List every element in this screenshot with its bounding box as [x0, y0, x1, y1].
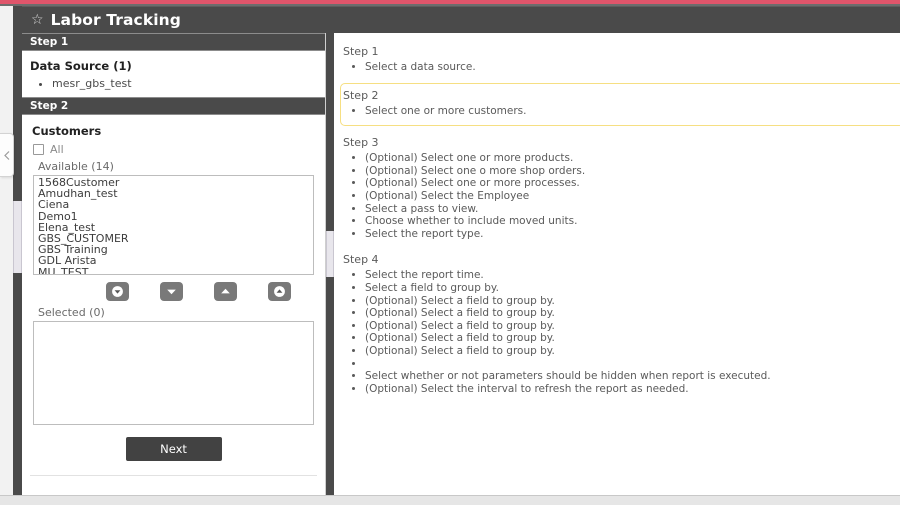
instruction-block-step-3: Step 3 (Optional) Select one or more prod… — [342, 132, 900, 246]
list-item[interactable]: MU_TEST — [34, 266, 313, 274]
instruction-list: Select one or more customers. — [343, 105, 897, 118]
instruction-step-title: Step 2 — [343, 88, 379, 102]
instruction-item: Choose whether to include moved units. — [365, 215, 893, 228]
instruction-block-step-1: Step 1 Select a data source. — [342, 41, 900, 80]
available-label: Available (14) — [38, 160, 114, 173]
instruction-item: Select the report type. — [365, 228, 893, 241]
instruction-item: (Optional) Select the Employee — [365, 190, 893, 203]
sidebar-collapse-toggle[interactable] — [0, 133, 14, 177]
instruction-item: (Optional) Select the interval to refres… — [365, 383, 893, 396]
instruction-item: Select a data source. — [365, 61, 893, 74]
next-button-row: Next — [30, 437, 317, 476]
circle-down-triangle-icon — [111, 285, 124, 298]
instruction-step-title: Step 1 — [343, 45, 379, 58]
list-item[interactable]: GDL Arista — [34, 255, 313, 266]
list-item[interactable]: Ciena — [34, 199, 313, 210]
step1-body: Data Source (1) mesr_gbs_test — [22, 51, 325, 97]
star-icon[interactable]: ☆ — [31, 13, 44, 27]
instruction-item: (Optional) Select a field to group by. — [365, 295, 893, 308]
instruction-item: (Optional) Select one or more processes. — [365, 177, 893, 190]
next-button[interactable]: Next — [125, 437, 222, 461]
down-triangle-icon — [165, 285, 178, 298]
all-checkbox[interactable] — [33, 144, 44, 155]
instruction-item: Select the report time. — [365, 269, 893, 282]
instruction-item: Select whether or not parameters should … — [365, 370, 893, 383]
instruction-item: (Optional) Select a field to group by. — [365, 307, 893, 320]
instruction-item: (Optional) Select one o more shop orders… — [365, 165, 893, 178]
available-customers-listbox[interactable]: 1568Customer Amudhan_test Ciena Demo1 Elena_… — [33, 175, 314, 275]
step2-header: Step 2 — [22, 97, 325, 115]
chevron-left-icon — [3, 150, 10, 160]
move-all-up-button[interactable] — [268, 282, 291, 301]
instruction-block-step-4: Step 4 Select the report time.Select a fi… — [342, 249, 900, 401]
instruction-item: (Optional) Select one or more products. — [365, 152, 893, 165]
window-titlebar: ☆ Labor Tracking — [22, 6, 900, 33]
data-source-item: mesr_gbs_test — [52, 76, 317, 91]
instruction-item: (Optional) Select a field to group by. — [365, 320, 893, 333]
selected-label: Selected (0) — [38, 306, 105, 319]
instruction-item: (Optional) Select a field to group by. — [365, 345, 893, 358]
instruction-block-step-2: Step 2 Select one or more customers. — [340, 82, 900, 127]
circle-up-triangle-icon — [273, 285, 286, 298]
data-source-list: mesr_gbs_test — [30, 76, 317, 91]
instructions-panel: Step 1 Select a data source. Step 2 Select … — [334, 33, 900, 495]
up-triangle-icon — [219, 285, 232, 298]
transfer-button-group — [106, 282, 291, 301]
all-checkbox-label: All — [50, 143, 64, 156]
instruction-list: Select the report time.Select a field to… — [343, 269, 893, 395]
data-source-label: Data Source (1) — [30, 59, 132, 73]
selected-customers-listbox[interactable] — [33, 321, 314, 425]
wizard-panel: Step 1 Data Source (1) mesr_gbs_test Ste… — [22, 33, 326, 495]
instruction-item: Select a pass to view. — [365, 203, 893, 216]
page-title: Labor Tracking — [50, 11, 181, 29]
instruction-item: (Optional) Select a field to group by. — [365, 332, 893, 345]
move-up-button[interactable] — [214, 282, 237, 301]
instruction-item: Select one or more customers. — [365, 105, 897, 118]
list-item[interactable]: Amudhan_test — [34, 188, 313, 199]
instruction-item: Select a field to group by. — [365, 282, 893, 295]
application-root: ☆ Labor Tracking Step 1 Data Source (1) … — [0, 0, 900, 505]
customers-label: Customers — [32, 124, 102, 138]
step1-header: Step 1 — [22, 33, 325, 51]
move-all-down-button[interactable] — [106, 282, 129, 301]
instruction-step-title: Step 3 — [343, 136, 379, 150]
step2-body: Customers All Available (14) 1568Custome… — [22, 115, 325, 482]
page-scrollbar-thumb[interactable] — [13, 201, 22, 273]
instruction-step-title: Step 4 — [343, 253, 379, 267]
instruction-list: Select a data source. — [343, 61, 893, 74]
bottom-strip — [0, 495, 900, 505]
all-checkbox-row[interactable]: All — [33, 143, 317, 156]
move-down-button[interactable] — [160, 282, 183, 301]
wizard-scrollbar-thumb[interactable] — [326, 231, 334, 277]
instruction-item — [365, 358, 893, 371]
instruction-list: (Optional) Select one or more products.(… — [343, 152, 893, 240]
